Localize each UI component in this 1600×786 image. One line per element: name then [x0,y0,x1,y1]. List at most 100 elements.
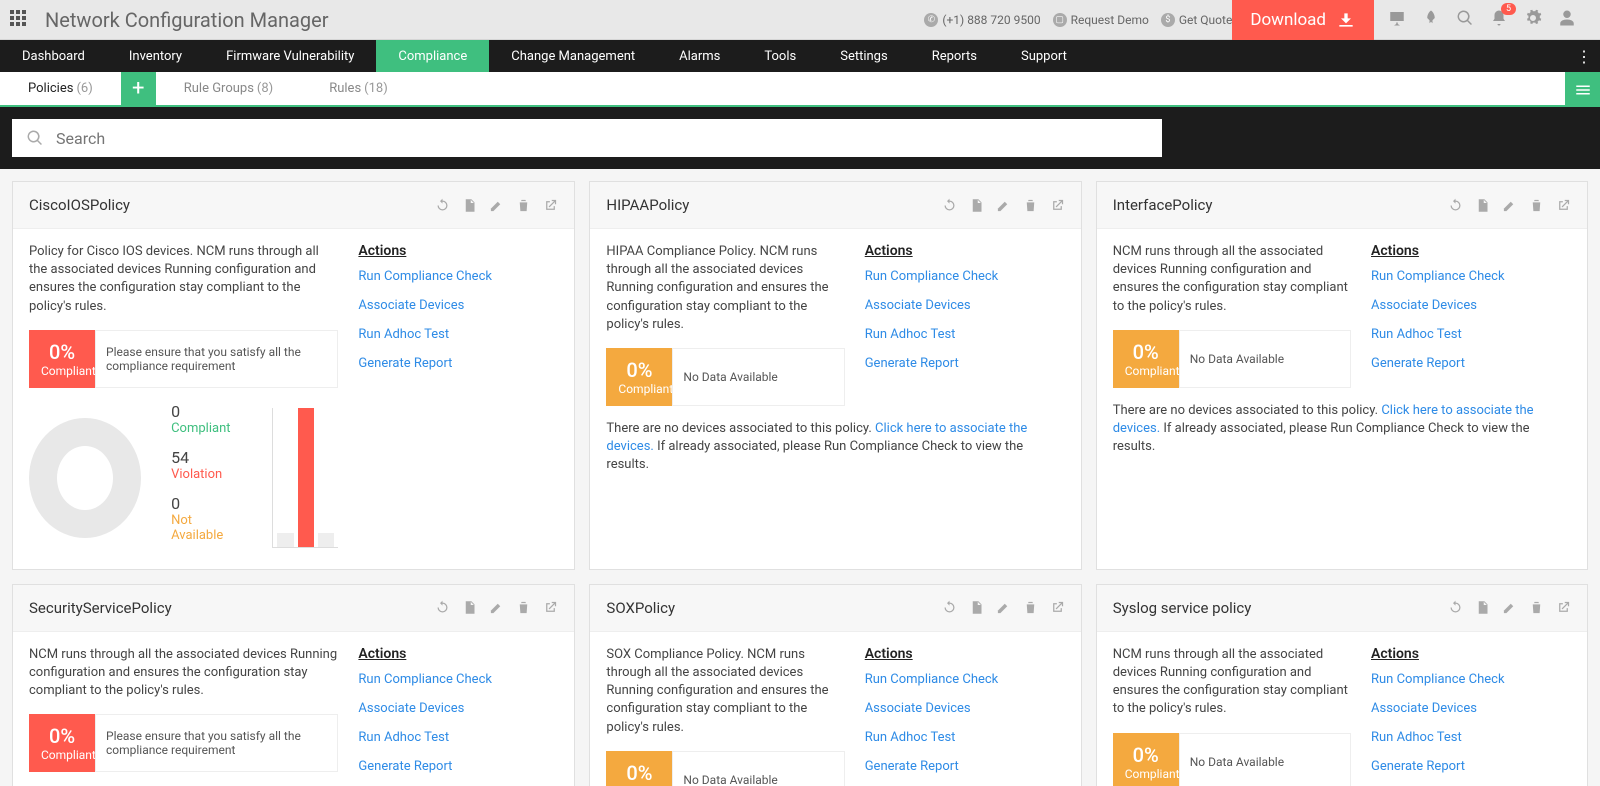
run-compliance-link[interactable]: Run Compliance Check [1371,269,1571,284]
associate-devices-link[interactable]: Associate Devices [358,298,558,313]
pdf-icon[interactable] [462,600,477,615]
refresh-icon[interactable] [1448,600,1463,615]
pdf-icon[interactable] [1475,600,1490,615]
trash-icon[interactable] [1023,600,1038,615]
run-adhoc-link[interactable]: Run Adhoc Test [865,730,1065,745]
run-adhoc-link[interactable]: Run Adhoc Test [1371,327,1571,342]
edit-icon[interactable] [489,198,504,213]
actions-heading: Actions [358,243,558,259]
gear-icon[interactable] [1524,9,1542,31]
run-compliance-link[interactable]: Run Compliance Check [358,269,558,284]
refresh-icon[interactable] [942,198,957,213]
notification-badge: 5 [1501,3,1516,15]
refresh-icon[interactable] [435,198,450,213]
ext-icon[interactable] [1050,600,1065,615]
card-header: Syslog service policy [1097,585,1587,632]
edit-icon[interactable] [1502,600,1517,615]
edit-icon[interactable] [489,600,504,615]
apps-grid-icon[interactable] [10,10,30,30]
nav-compliance[interactable]: Compliance [376,40,489,72]
stat-label: Compliant [1125,767,1167,781]
run-adhoc-link[interactable]: Run Adhoc Test [865,327,1065,342]
ext-icon[interactable] [543,198,558,213]
ext-icon[interactable] [543,600,558,615]
subtab-rules[interactable]: Rules (18) [301,72,416,105]
get-quote-link[interactable]: $ Get Quote [1161,13,1232,27]
stat-message: Please ensure that you satisfy all the c… [95,714,338,772]
edit-icon[interactable] [996,198,1011,213]
refresh-icon[interactable] [1448,198,1463,213]
generate-report-link[interactable]: Generate Report [865,759,1065,774]
download-label: Download [1250,10,1326,30]
stat-row: 0% Compliant No Data Available [1113,330,1351,388]
trash-icon[interactable] [1529,600,1544,615]
bell-icon[interactable]: 5 [1490,9,1508,31]
stat-message: No Data Available [672,348,844,406]
edit-icon[interactable] [996,600,1011,615]
nav-change-management[interactable]: Change Management [489,40,657,72]
search-icon[interactable] [1456,9,1474,31]
generate-report-link[interactable]: Generate Report [1371,356,1571,371]
associate-devices-link[interactable]: Associate Devices [358,701,558,716]
hamburger-button[interactable] [1565,72,1600,107]
run-compliance-link[interactable]: Run Compliance Check [865,672,1065,687]
run-compliance-link[interactable]: Run Compliance Check [865,269,1065,284]
ext-icon[interactable] [1050,198,1065,213]
nav-tools[interactable]: Tools [742,40,818,72]
nav-overflow-icon[interactable]: ⋮ [1576,40,1592,72]
nav-firmware-vulnerability[interactable]: Firmware Vulnerability [204,40,376,72]
rocket-icon[interactable] [1422,9,1440,31]
nav-inventory[interactable]: Inventory [107,40,204,72]
trash-icon[interactable] [516,198,531,213]
generate-report-link[interactable]: Generate Report [358,759,558,774]
subtab-policies[interactable]: Policies (6) [0,72,121,105]
nav-reports[interactable]: Reports [910,40,999,72]
search-input[interactable] [56,129,1148,148]
pdf-icon[interactable] [1475,198,1490,213]
generate-report-link[interactable]: Generate Report [358,356,558,371]
associate-devices-link[interactable]: Associate Devices [1371,298,1571,313]
associate-devices-link[interactable]: Associate Devices [865,298,1065,313]
associate-devices-link[interactable]: Associate Devices [865,701,1065,716]
stat-label: Compliant [41,364,83,378]
trash-icon[interactable] [1529,198,1544,213]
trash-icon[interactable] [516,600,531,615]
trash-icon[interactable] [1023,198,1038,213]
card-header: CiscoIOSPolicy [13,182,574,229]
nav-dashboard[interactable]: Dashboard [0,40,107,72]
nav-alarms[interactable]: Alarms [657,40,742,72]
run-adhoc-link[interactable]: Run Adhoc Test [358,327,558,342]
ext-icon[interactable] [1556,600,1571,615]
generate-report-link[interactable]: Generate Report [1371,759,1571,774]
card-title: SecurityServicePolicy [29,599,435,617]
associate-devices-link[interactable]: Associate Devices [1371,701,1571,716]
generate-report-link[interactable]: Generate Report [865,356,1065,371]
card-header: InterfacePolicy [1097,182,1587,229]
run-compliance-link[interactable]: Run Compliance Check [358,672,558,687]
run-adhoc-link[interactable]: Run Adhoc Test [1371,730,1571,745]
run-adhoc-link[interactable]: Run Adhoc Test [358,730,558,745]
stat-percent: 0% [1125,743,1167,767]
card-left: NCM runs through all the associated devi… [29,646,338,786]
pdf-icon[interactable] [969,198,984,213]
card-actions: Actions Run Compliance Check Associate D… [358,243,558,555]
nav-support[interactable]: Support [999,40,1089,72]
pdf-icon[interactable] [462,198,477,213]
edit-icon[interactable] [1502,198,1517,213]
presentation-icon[interactable] [1388,9,1406,31]
user-icon[interactable] [1558,9,1576,31]
nav-settings[interactable]: Settings [818,40,909,72]
refresh-icon[interactable] [435,600,450,615]
phone-link[interactable]: ✆ (+1) 888 720 9500 [924,13,1040,27]
run-compliance-link[interactable]: Run Compliance Check [1371,672,1571,687]
pdf-icon[interactable] [969,600,984,615]
download-button[interactable]: Download [1232,0,1374,40]
refresh-icon[interactable] [942,600,957,615]
card-body: SOX Compliance Policy. NCM runs through … [590,632,1080,786]
stat-percent: 0% [41,340,83,364]
subtab-rule-groups[interactable]: Rule Groups (8) [156,72,301,105]
stat-percent: 0% [618,761,660,785]
request-demo-link[interactable]: ▢ Request Demo [1053,13,1149,27]
add-policy-button[interactable]: + [121,72,156,105]
ext-icon[interactable] [1556,198,1571,213]
